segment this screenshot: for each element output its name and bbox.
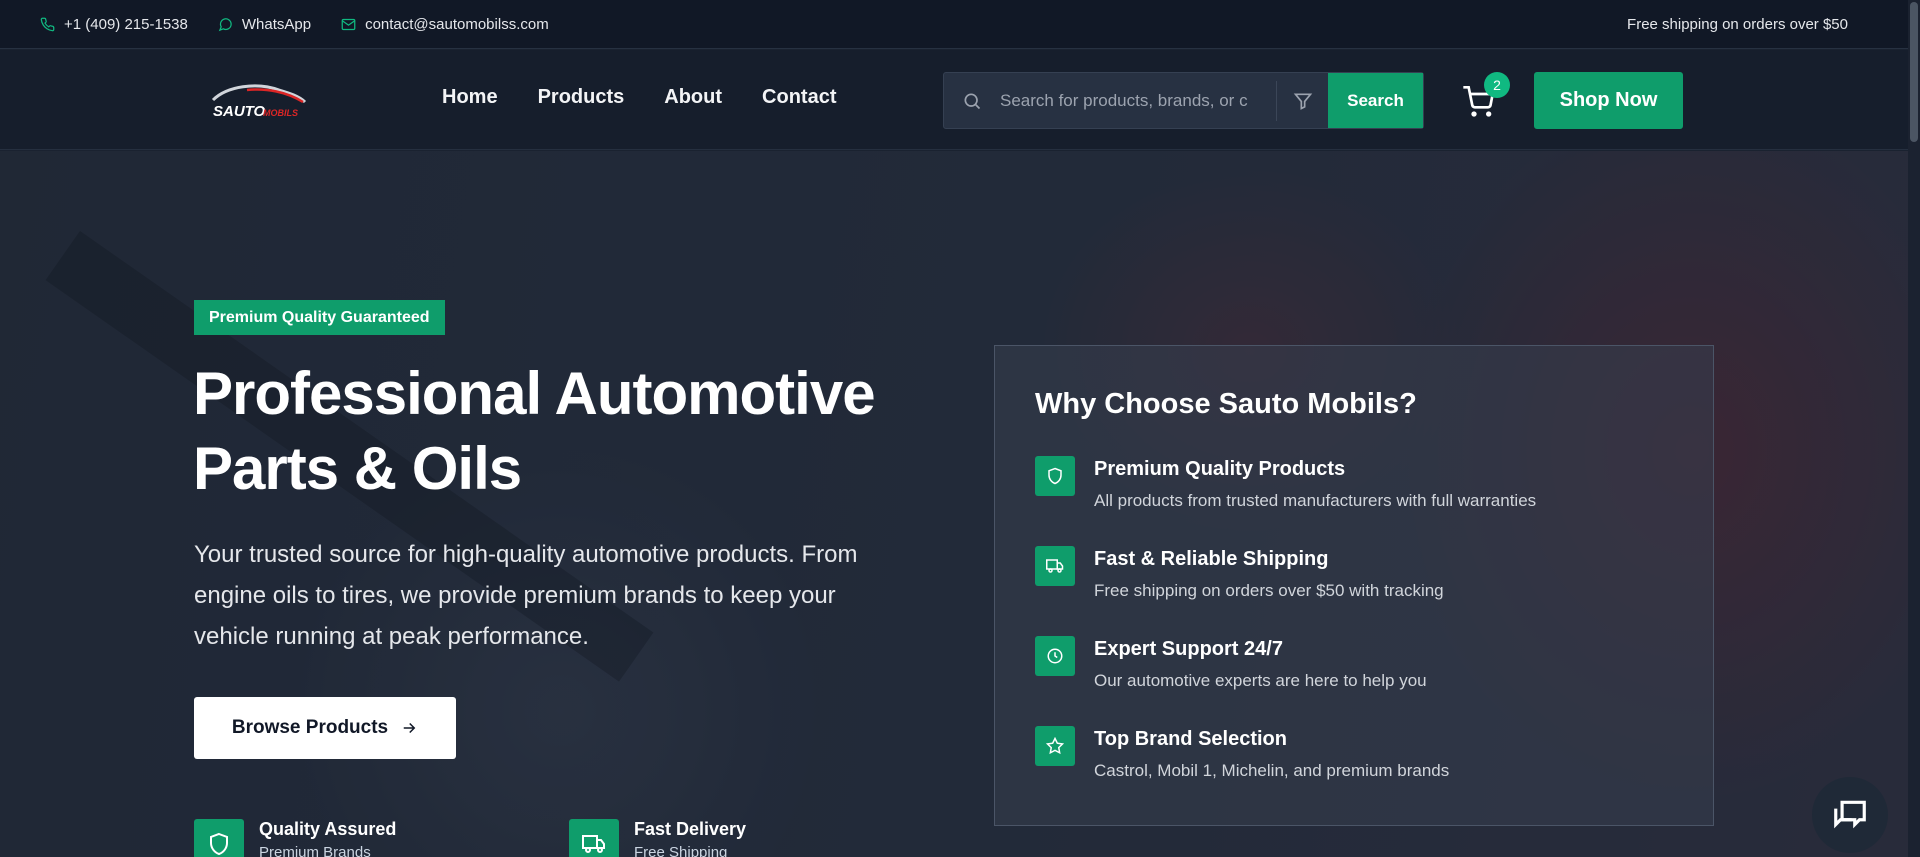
why-item-text: Our automotive experts are here to help … (1094, 671, 1427, 690)
shop-now-button[interactable]: Shop Now (1534, 72, 1683, 129)
why-choose-panel: Why Choose Sauto Mobils? Premium Quality… (994, 345, 1714, 826)
why-item: Top Brand Selection Castrol, Mobil 1, Mi… (1035, 726, 1449, 781)
scrollbar-thumb[interactable] (1910, 2, 1918, 142)
truck-icon (569, 819, 619, 857)
why-title: Why Choose Sauto Mobils? (1035, 388, 1417, 420)
shield-icon (194, 819, 244, 857)
why-item-text: Castrol, Mobil 1, Michelin, and premium … (1094, 761, 1450, 780)
search-icon (944, 91, 1000, 111)
email-link[interactable]: contact@sautomobilss.com (341, 16, 549, 33)
nav-contact[interactable]: Contact (762, 86, 836, 109)
hero-section: Premium Quality Guaranteed Professional … (0, 151, 1920, 857)
why-item-title: Top Brand Selection (1094, 728, 1287, 750)
arrow-right-icon (403, 722, 416, 734)
chat-widget-button[interactable] (1812, 777, 1888, 853)
browse-products-button[interactable]: Browse Products (194, 697, 456, 759)
mail-icon (341, 18, 356, 30)
why-item-title: Premium Quality Products (1094, 458, 1346, 480)
cart-button[interactable]: 2 (1462, 72, 1510, 120)
hero-title-line2: Parts & Oils (193, 435, 522, 502)
why-item-title: Fast & Reliable Shipping (1094, 548, 1329, 570)
search-bar: Search (943, 72, 1424, 129)
truck-icon (1035, 546, 1075, 586)
email-address: contact@sautomobilss.com (365, 15, 549, 33)
search-button[interactable]: Search (1328, 73, 1423, 128)
cart-count-badge: 2 (1484, 72, 1510, 98)
site-logo[interactable]: SAUTO MOBILS (207, 78, 311, 124)
hero-title-line1: Professional Automotive (193, 360, 876, 427)
feature-title: Quality Assured (259, 819, 397, 839)
svg-text:SAUTO: SAUTO (213, 103, 266, 120)
phone-icon (40, 17, 55, 31)
shield-icon (1035, 456, 1075, 496)
feature-title: Fast Delivery (634, 819, 747, 839)
hero-description: Your trusted source for high-quality aut… (194, 541, 858, 650)
nav-products[interactable]: Products (538, 86, 625, 109)
whatsapp-icon (218, 17, 232, 31)
browse-products-label: Browse Products (231, 717, 389, 738)
why-item: Expert Support 24/7 Our automotive exper… (1035, 636, 1427, 691)
hero-title: Professional Automotive Parts & Oils (193, 356, 953, 506)
why-item: Fast & Reliable Shipping Free shipping o… (1035, 546, 1444, 601)
nav-home[interactable]: Home (442, 86, 498, 109)
whatsapp-label: WhatsApp (241, 15, 312, 33)
why-item-title: Expert Support 24/7 (1094, 638, 1283, 660)
feature-subtitle: Premium Brands (259, 844, 371, 857)
clock-icon (1035, 636, 1075, 676)
feature-quality: Quality Assured Premium Brands (194, 819, 396, 857)
feature-delivery: Fast Delivery Free Shipping (569, 819, 746, 857)
why-item-text: Free shipping on orders over $50 with tr… (1094, 581, 1444, 600)
top-contact-bar: +1 (409) 215-1538 WhatsApp contact@sauto… (0, 0, 1920, 49)
feature-subtitle: Free Shipping (634, 844, 728, 857)
chat-icon (1834, 800, 1866, 829)
whatsapp-link[interactable]: WhatsApp (218, 16, 311, 33)
phone-link[interactable]: +1 (409) 215-1538 (40, 16, 188, 33)
why-item: Premium Quality Products All products fr… (1035, 456, 1536, 511)
nav-about[interactable]: About (664, 86, 722, 109)
why-item-text: All products from trusted manufacturers … (1094, 491, 1537, 510)
star-icon (1035, 726, 1075, 766)
page-scrollbar[interactable] (1908, 0, 1920, 857)
phone-number: +1 (409) 215-1538 (64, 15, 188, 33)
main-nav: Home Products About Contact (442, 86, 836, 109)
search-input[interactable] (1000, 90, 1276, 111)
filter-icon[interactable] (1276, 80, 1328, 121)
main-header: SAUTO MOBILS Home Products About Contact… (0, 50, 1920, 150)
premium-badge: Premium Quality Guaranteed (194, 300, 445, 335)
svg-text:MOBILS: MOBILS (263, 108, 298, 118)
shipping-notice: Free shipping on orders over $50 (1627, 15, 1848, 33)
car-logo-icon: SAUTO MOBILS (211, 84, 307, 120)
